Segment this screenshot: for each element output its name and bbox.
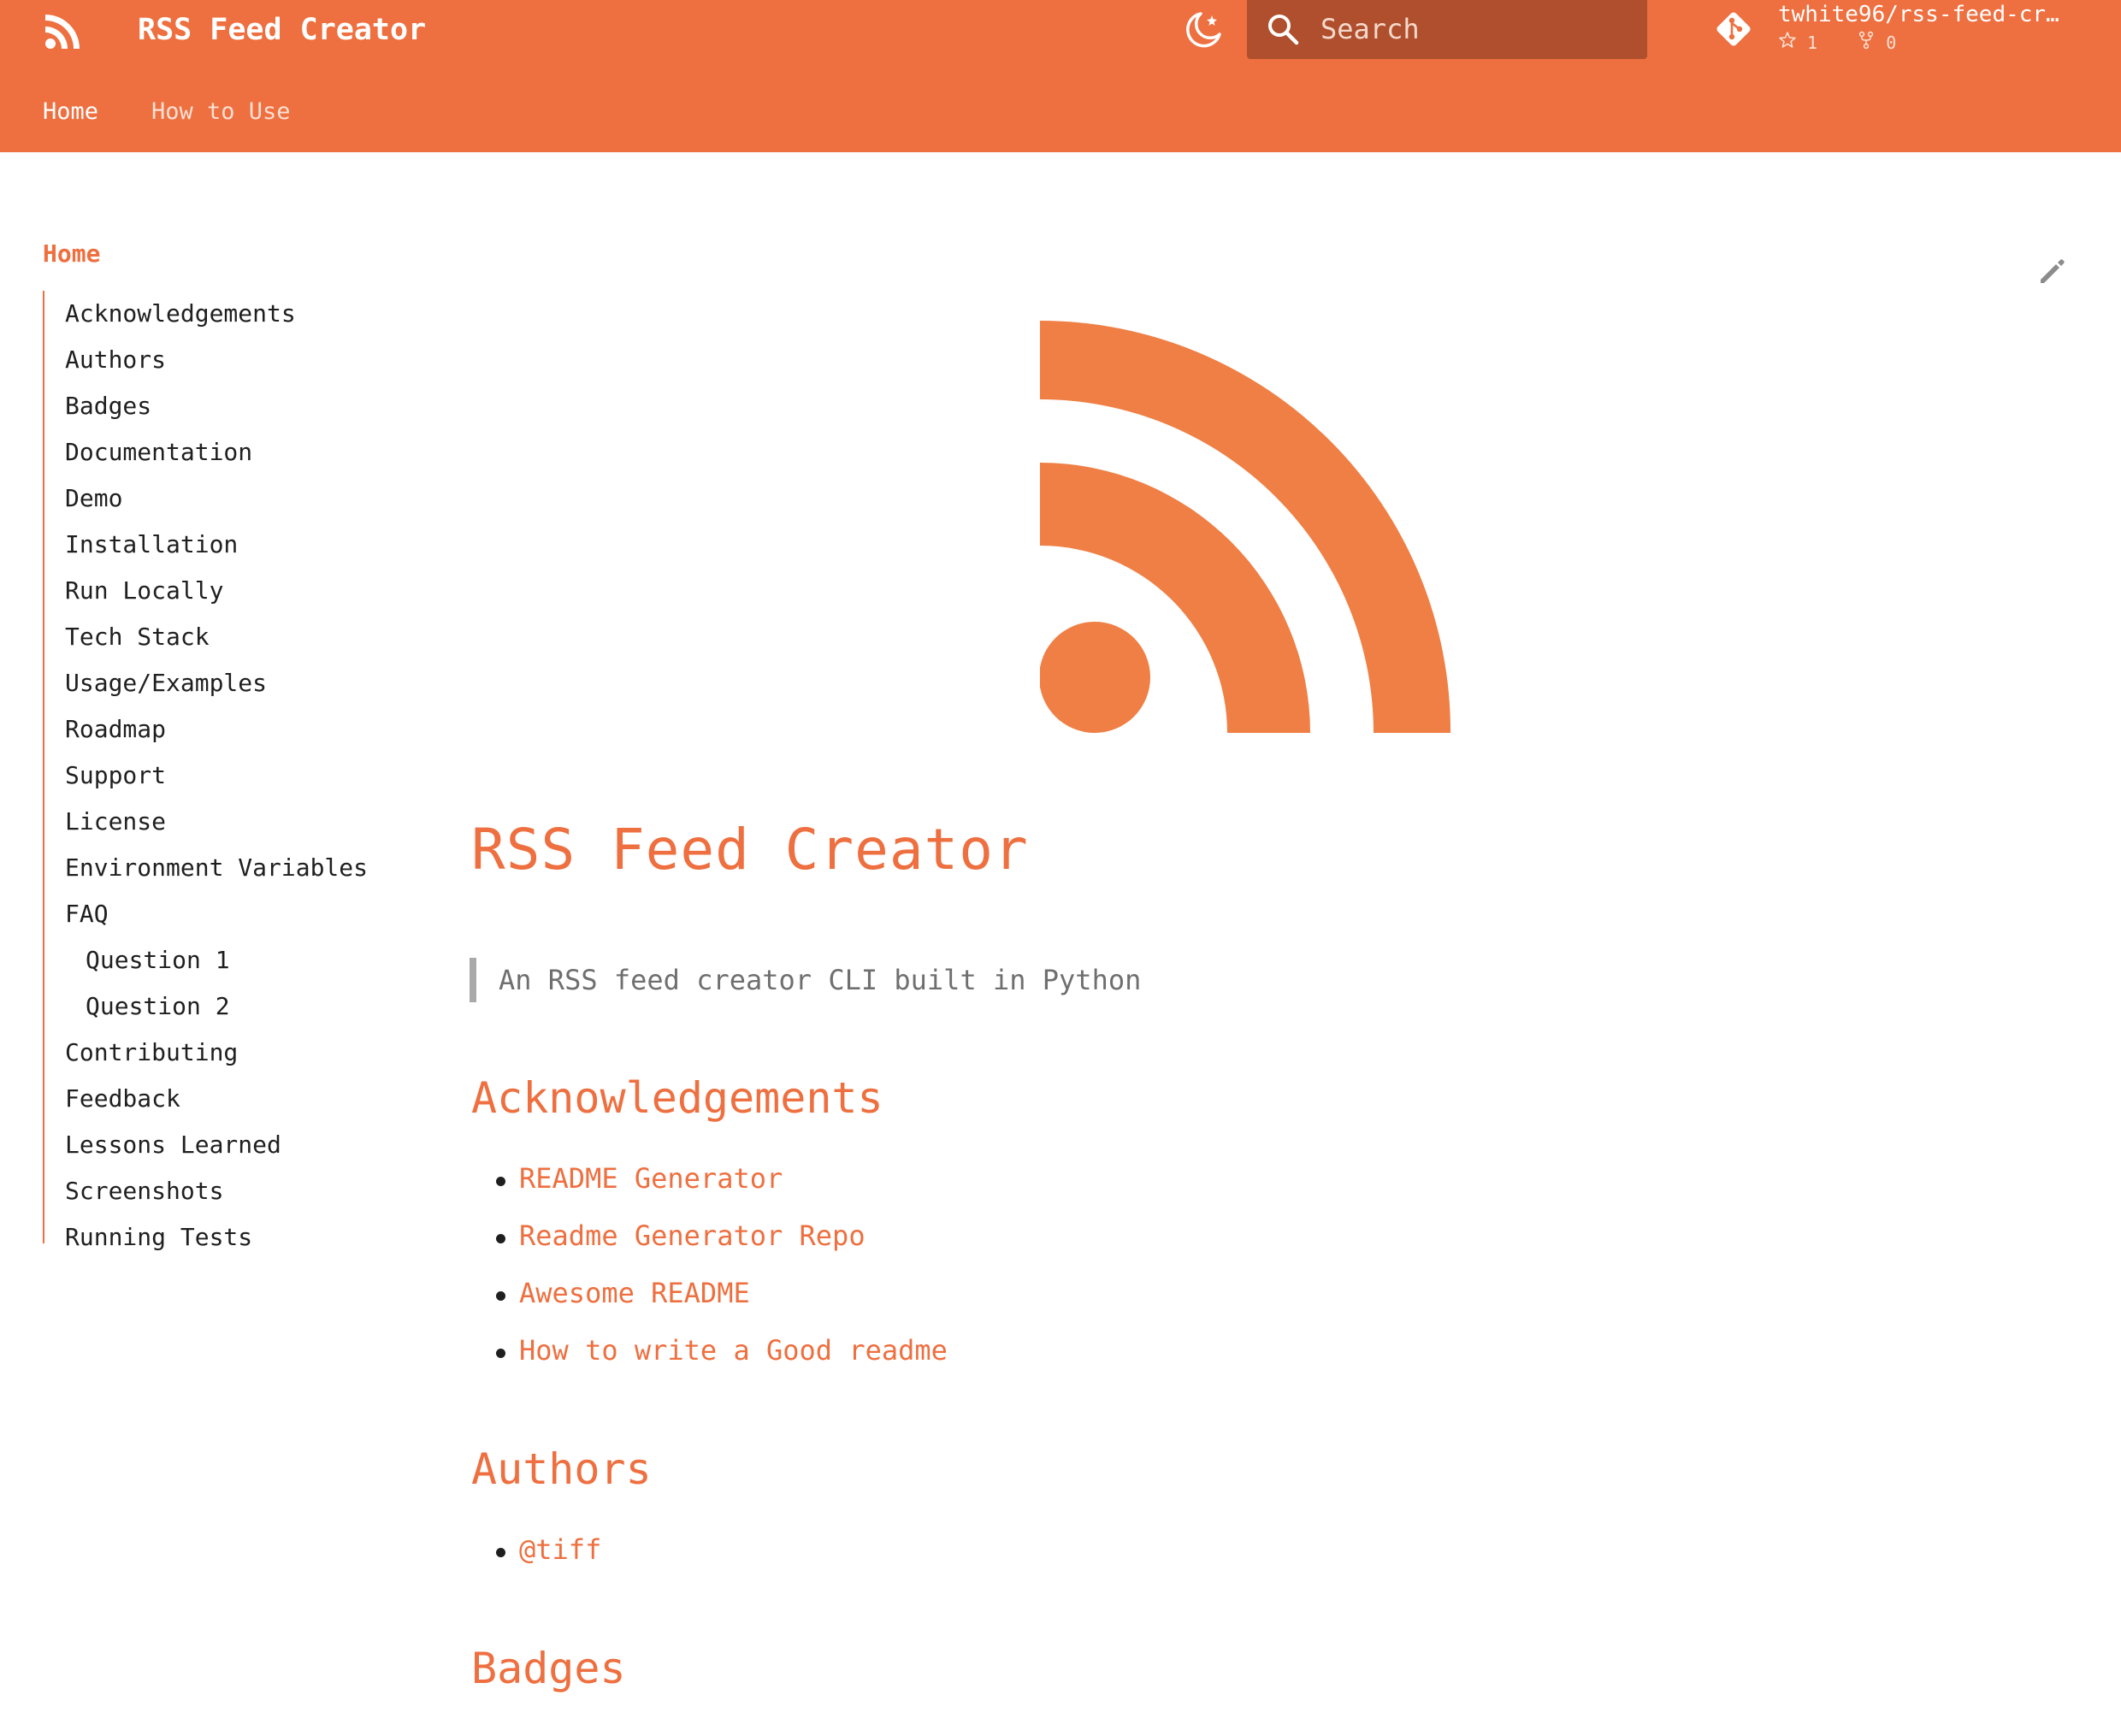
toc-item-environment-variables[interactable]: Environment Variables bbox=[65, 845, 368, 891]
site-title: RSS Feed Creator bbox=[138, 13, 427, 47]
page-title: RSS Feed Creator bbox=[471, 817, 1029, 883]
toc-item-roadmap[interactable]: Roadmap bbox=[65, 706, 166, 753]
toc-item-demo[interactable]: Demo bbox=[65, 475, 122, 522]
bullet bbox=[496, 1291, 505, 1301]
toc-link[interactable]: Run Locally bbox=[65, 576, 223, 605]
link-awesome-readme[interactable]: Awesome README bbox=[519, 1277, 750, 1309]
toc-item-faq[interactable]: FAQ bbox=[65, 891, 109, 937]
list-item: How to write a Good readme bbox=[496, 1329, 948, 1372]
toc-item-authors[interactable]: Authors bbox=[65, 337, 166, 383]
toc-link[interactable]: Question 1 bbox=[86, 946, 230, 974]
fork-count: 0 bbox=[1886, 32, 1897, 53]
toc-item-tech-stack[interactable]: Tech Stack bbox=[65, 614, 210, 660]
list-item: @tiff bbox=[496, 1528, 601, 1571]
fork-icon bbox=[1857, 31, 1876, 54]
toc-link[interactable]: Roadmap bbox=[65, 715, 166, 743]
sidebar-title[interactable]: Home bbox=[43, 239, 100, 268]
list-item: Readme Generator Repo bbox=[496, 1214, 866, 1257]
toc-link[interactable]: Documentation bbox=[65, 438, 252, 466]
toc-link[interactable]: Support bbox=[65, 761, 166, 789]
tagline: An RSS feed creator CLI built in Python bbox=[470, 958, 1141, 1002]
toc-item-run-locally[interactable]: Run Locally bbox=[65, 568, 223, 614]
toc-item-question-1[interactable]: Question 1 bbox=[86, 937, 230, 983]
star-icon bbox=[1778, 31, 1797, 54]
toc-link[interactable]: Contributing bbox=[65, 1038, 238, 1066]
toc-item-support[interactable]: Support bbox=[65, 753, 166, 799]
theme-toggle-icon[interactable] bbox=[1184, 9, 1225, 50]
toc-item-contributing[interactable]: Contributing bbox=[65, 1030, 238, 1076]
toc-item-screenshots[interactable]: Screenshots bbox=[65, 1168, 223, 1214]
toc-link[interactable]: FAQ bbox=[65, 900, 109, 928]
toc-link[interactable]: Demo bbox=[65, 484, 122, 512]
toc-link[interactable]: Feedback bbox=[65, 1084, 180, 1113]
rss-icon bbox=[1040, 321, 1450, 733]
toc-link[interactable]: Authors bbox=[65, 345, 166, 374]
header: RSS Feed Creator twhite96/rss-feed-cr… 1 bbox=[0, 0, 2121, 152]
tab-how-to-use[interactable]: How to Use bbox=[151, 90, 291, 134]
heading-badges: Badges bbox=[471, 1644, 626, 1693]
toc-item-badges[interactable]: Badges bbox=[65, 383, 151, 429]
link-readme-generator-repo[interactable]: Readme Generator Repo bbox=[519, 1219, 866, 1252]
toc-link[interactable]: Running Tests bbox=[65, 1223, 252, 1251]
toc-link[interactable]: Environment Variables bbox=[65, 853, 368, 882]
toc-item-usage-examples[interactable]: Usage/Examples bbox=[65, 660, 267, 706]
tab-home[interactable]: Home bbox=[43, 90, 98, 134]
link-readme-generator[interactable]: README Generator bbox=[519, 1162, 783, 1195]
list-item: Awesome README bbox=[496, 1272, 750, 1314]
toc-link[interactable]: Screenshots bbox=[65, 1177, 223, 1205]
edit-icon[interactable] bbox=[2035, 254, 2070, 288]
bullet bbox=[496, 1177, 505, 1186]
search-input[interactable] bbox=[1320, 0, 1628, 59]
link-good-readme[interactable]: How to write a Good readme bbox=[519, 1334, 948, 1367]
rss-icon[interactable] bbox=[43, 10, 84, 51]
heading-authors: Authors bbox=[471, 1444, 652, 1494]
toc-item-installation[interactable]: Installation bbox=[65, 522, 238, 568]
toc-item-license[interactable]: License bbox=[65, 799, 166, 845]
search-icon bbox=[1268, 15, 1299, 45]
toc-item-running-tests[interactable]: Running Tests bbox=[65, 1214, 252, 1261]
link-author-tiff[interactable]: @tiff bbox=[519, 1533, 601, 1566]
toc-link[interactable]: Tech Stack bbox=[65, 623, 210, 651]
toc-link[interactable]: Badges bbox=[65, 392, 151, 420]
git-icon bbox=[1716, 12, 1751, 46]
toc-link[interactable]: Question 2 bbox=[86, 992, 230, 1020]
toc-link[interactable]: Usage/Examples bbox=[65, 669, 267, 697]
bullet bbox=[496, 1349, 505, 1358]
bullet bbox=[496, 1548, 505, 1557]
toc-link[interactable]: Installation bbox=[65, 530, 238, 558]
repo-facts: 1 0 bbox=[1778, 31, 1896, 54]
toc-item-lessons-learned[interactable]: Lessons Learned bbox=[65, 1122, 281, 1168]
toc-item-acknowledgements[interactable]: Acknowledgements bbox=[65, 291, 296, 337]
search-box[interactable] bbox=[1247, 0, 1647, 59]
repo-name: twhite96/rss-feed-cr… bbox=[1778, 2, 2059, 27]
toc-item-question-2[interactable]: Question 2 bbox=[86, 983, 230, 1030]
toc-link[interactable]: License bbox=[65, 807, 166, 836]
toc-list: Acknowledgements Authors Badges Document… bbox=[43, 291, 412, 1251]
heading-acknowledgements: Acknowledgements bbox=[471, 1073, 883, 1123]
list-item: README Generator bbox=[496, 1157, 783, 1200]
star-count: 1 bbox=[1807, 32, 1818, 53]
repo-link[interactable]: twhite96/rss-feed-cr… 1 0 bbox=[1713, 0, 2106, 59]
toc-link[interactable]: Acknowledgements bbox=[65, 299, 296, 328]
toc-item-feedback[interactable]: Feedback bbox=[65, 1076, 180, 1122]
toc-link[interactable]: Lessons Learned bbox=[65, 1131, 281, 1159]
toc-item-documentation[interactable]: Documentation bbox=[65, 429, 252, 475]
bullet bbox=[496, 1234, 505, 1243]
